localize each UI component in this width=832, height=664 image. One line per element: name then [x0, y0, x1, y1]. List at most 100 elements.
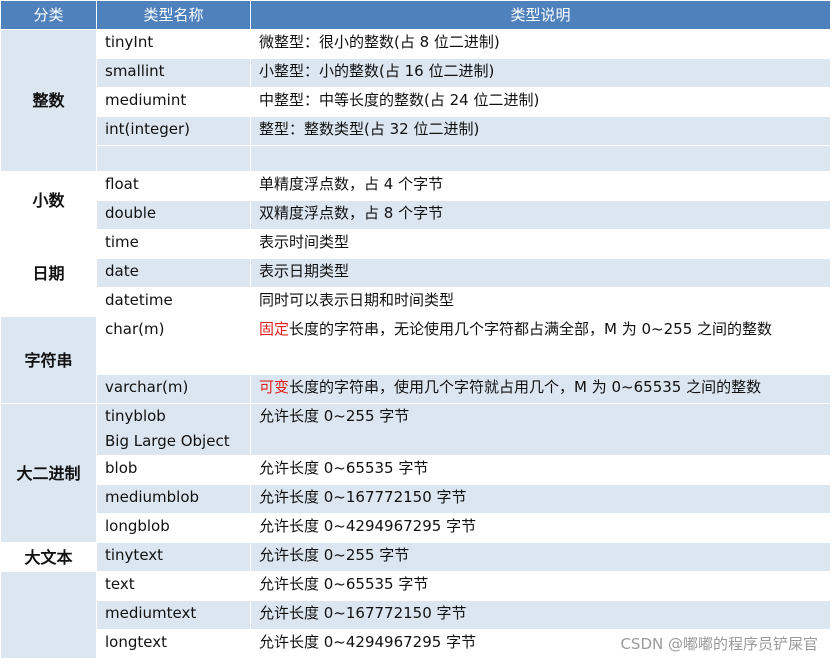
type-name-cell: mediumblob: [96, 484, 251, 514]
table-row: longblob 允许长度 0~4294967295 字节: [1, 513, 831, 543]
table-row: mediumblob 允许长度 0~167772150 字节: [1, 484, 831, 514]
description-cell: 允许长度 0~255 字节: [250, 542, 831, 572]
description-text: 微整型：很小的整数(占 8 位二进制): [259, 33, 500, 51]
description-text: 表示时间类型: [259, 233, 350, 251]
type-name-line: longtext: [105, 633, 167, 651]
table-row: 整数 tinyInt 微整型：很小的整数(占 8 位二进制): [0, 29, 831, 172]
description-cell: 表示日期类型: [250, 258, 831, 288]
description-text: 允许长度 0~65535 字节: [259, 459, 429, 477]
type-name-line: int(integer): [105, 120, 190, 138]
description-text: 允许长度 0~255 字节: [259, 407, 410, 425]
category-cell: 大二进制: [0, 403, 97, 543]
type-name-cell: varchar(m): [96, 374, 251, 404]
description-text: 小整型：小的整数(占 16 位二进制): [259, 62, 495, 80]
description-cell: 允许长度 0~255 字节: [250, 403, 831, 456]
description-text: 允许长度 0~255 字节: [259, 546, 410, 564]
type-name-line: varchar(m): [105, 378, 189, 396]
description-text: 长度的字符串，使用几个字符就占用几个，M 为 0~65535 之间的整数: [289, 378, 762, 396]
description-text: 单精度浮点数，占 4 个字节: [259, 175, 444, 193]
description-cell: 微整型：很小的整数(占 8 位二进制): [250, 29, 831, 59]
description-cell: 小整型：小的整数(占 16 位二进制): [250, 58, 831, 88]
type-name-cell: text: [96, 571, 251, 601]
type-name-cell: mediumtext: [96, 600, 251, 630]
description-text: 同时可以表示日期和时间类型: [259, 291, 455, 309]
description-highlight: 可变: [259, 378, 290, 396]
type-name-cell: datetime: [96, 287, 251, 317]
category-cell: [0, 571, 97, 659]
description-text: 允许长度 0~167772150 字节: [259, 488, 467, 506]
type-name-cell: double: [96, 200, 251, 230]
table-row: [1, 145, 831, 172]
description-text: 长度的字符串，无论使用几个字符都占满全部，M 为 0~255 之间的整数: [289, 320, 773, 338]
type-name-cell: longblob: [96, 513, 251, 543]
type-name-line: char(m): [105, 320, 165, 338]
csdn-watermark: CSDN @嘟嘟的程序员铲屎官: [620, 635, 818, 653]
data-type-table: 分类 类型名称 类型说明 整数 tinyInt 微整型：很小的整数(占 8 位二进制…: [0, 0, 831, 659]
table-row: mediumtext 允许长度 0~167772150 字节: [1, 600, 831, 630]
description-cell: 允许长度 0~65535 字节: [250, 571, 831, 601]
type-name-cell: smallint: [96, 58, 251, 88]
table-row: double 双精度浮点数，占 8 个字节: [1, 200, 831, 230]
type-name-cell: tinyblob Big Large Object: [96, 403, 251, 456]
table-row: mediumint 中整型：中等长度的整数(占 24 位二进制): [1, 87, 831, 117]
description-text: 表示日期类型: [259, 262, 350, 280]
table-row: 大二进制 tinyblob Big Large Object 允许长度 0~255 字…: [0, 403, 831, 543]
table-row: datetime 同时可以表示日期和时间类型: [1, 287, 831, 317]
description-text: 允许长度 0~167772150 字节: [259, 604, 467, 622]
type-name-line: smallint: [105, 62, 165, 80]
type-name-line: date: [105, 262, 139, 280]
type-name-cell: time: [96, 229, 251, 259]
type-name-line: time: [105, 233, 139, 251]
table-row: 日期 time 表示时间类型: [0, 229, 831, 317]
table-row: date 表示日期类型: [1, 258, 831, 288]
header-description: 类型说明: [250, 0, 831, 30]
type-name-line: tinyblob: [105, 407, 166, 425]
type-name-line: mediumtext: [105, 604, 197, 622]
type-name-cell: mediumint: [96, 87, 251, 117]
type-name-line: float: [105, 175, 139, 193]
description-text: 整型：整数类型(占 32 位二进制): [259, 120, 480, 138]
type-name-cell: float: [96, 171, 251, 201]
header-category: 分类: [0, 0, 97, 30]
description-cell: 双精度浮点数，占 8 个字节: [250, 200, 831, 230]
type-name-line: double: [105, 204, 157, 222]
type-name-line: mediumblob: [105, 488, 200, 506]
type-name-line: longblob: [105, 517, 170, 535]
description-cell: 固定长度的字符串，无论使用几个字符都占满全部，M 为 0~255 之间的整数: [250, 316, 831, 375]
category-cell: 大文本: [0, 542, 97, 572]
table-body: 整数 tinyInt 微整型：很小的整数(占 8 位二进制) smallint 小整型：…: [0, 29, 831, 659]
description-cell: 同时可以表示日期和时间类型: [250, 287, 831, 317]
description-text: 允许长度 0~4294967295 字节: [259, 633, 477, 651]
type-name-line: Big Large Object: [105, 432, 230, 450]
type-name-cell: tinytext: [96, 542, 251, 572]
description-cell: 中整型：中等长度的整数(占 24 位二进制): [250, 87, 831, 117]
description-cell: 可变长度的字符串，使用几个字符就占用几个，M 为 0~65535 之间的整数: [250, 374, 831, 404]
type-name-cell: blob: [96, 455, 251, 485]
table-row: 大文本 tinytext 允许长度 0~255 字节: [0, 542, 831, 572]
type-name-line: blob: [105, 459, 138, 477]
description-cell: [250, 145, 831, 172]
description-highlight: 固定: [259, 320, 290, 338]
type-name-cell: tinyInt: [96, 29, 251, 59]
type-name-cell: longtext: [96, 629, 251, 659]
type-name-line: text: [105, 575, 135, 593]
table-row: 小数 float 单精度浮点数，占 4 个字节: [0, 171, 831, 230]
table-row: int(integer) 整型：整数类型(占 32 位二进制): [1, 116, 831, 146]
description-text: 双精度浮点数，占 8 个字节: [259, 204, 444, 222]
table-row: varchar(m) 可变长度的字符串，使用几个字符就占用几个，M 为 0~655…: [1, 374, 831, 404]
type-name-cell: char(m): [96, 316, 251, 375]
type-name-line: mediumint: [105, 91, 187, 109]
table-row: blob 允许长度 0~65535 字节: [1, 455, 831, 485]
category-cell: 小数: [0, 171, 97, 230]
description-text: 允许长度 0~65535 字节: [259, 575, 429, 593]
description-cell: 允许长度 0~167772150 字节: [250, 484, 831, 514]
description-text: 中整型：中等长度的整数(占 24 位二进制): [259, 91, 540, 109]
type-name-line: datetime: [105, 291, 173, 309]
description-cell: 整型：整数类型(占 32 位二进制): [250, 116, 831, 146]
category-cell: 整数: [0, 29, 97, 172]
table-row: text 允许长度 0~65535 字节: [0, 571, 831, 659]
description-cell: 单精度浮点数，占 4 个字节: [250, 171, 831, 201]
category-cell: 字符串: [0, 316, 97, 404]
type-name-cell: [96, 145, 251, 172]
description-text: 允许长度 0~4294967295 字节: [259, 517, 477, 535]
